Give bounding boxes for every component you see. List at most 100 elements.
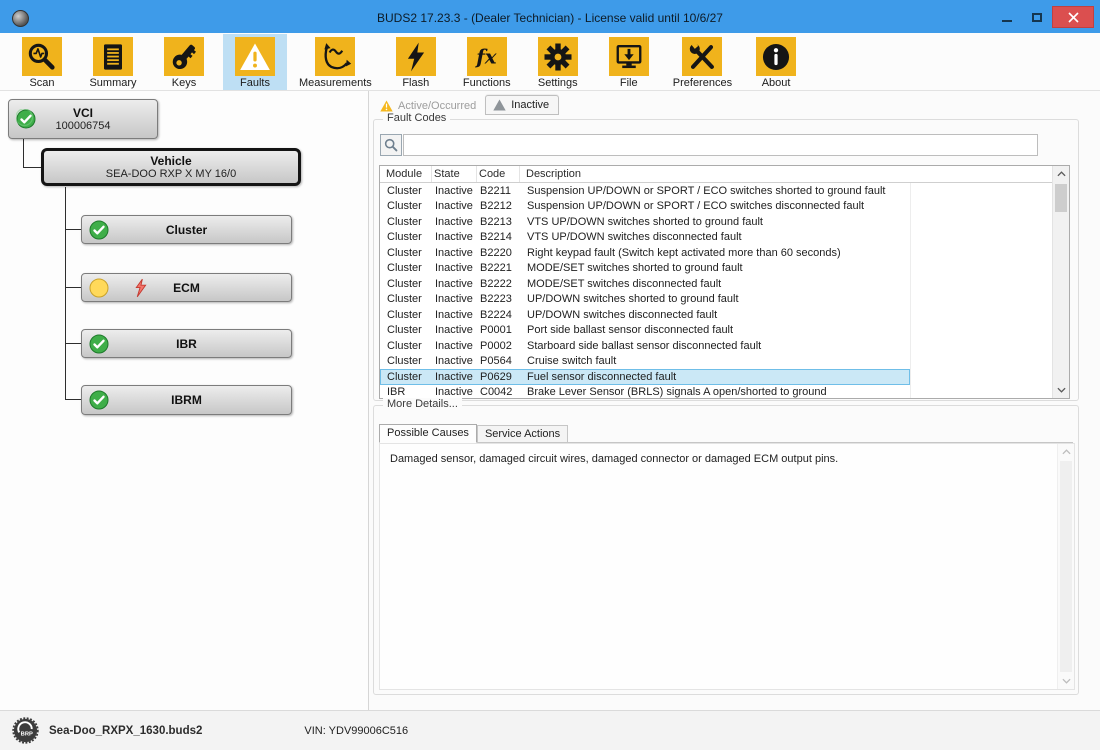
table-row[interactable]: Cluster Inactive P0002 Starboard side ba… (380, 338, 1052, 354)
scroll-down-icon[interactable] (1053, 382, 1069, 398)
tab-inactive[interactable]: Inactive (485, 95, 559, 115)
status-bar: BRP Sea-Doo_RXPX_1630.buds2 VIN: YDV9900… (0, 710, 1100, 750)
toolbar-button-flash[interactable]: Flash (384, 34, 448, 90)
toolbar-button-keys[interactable]: Keys (152, 34, 216, 90)
fault-table-header[interactable]: Module State Code Description (380, 166, 1052, 183)
scroll-thumb[interactable] (1055, 184, 1067, 212)
tab-service-actions[interactable]: Service Actions (477, 425, 568, 442)
toolbar-button-functions[interactable]: fx Functions (455, 34, 519, 90)
faults-panel: Active/Occurred Inactive Fault Codes (369, 91, 1100, 710)
search-button[interactable] (380, 134, 402, 156)
about-icon (756, 37, 796, 76)
maximize-button[interactable] (1022, 6, 1052, 28)
details-content: Damaged sensor, damaged circuit wires, d… (379, 443, 1075, 690)
minimize-button[interactable] (992, 6, 1022, 28)
toolbar-button-measurements[interactable]: Measurements (294, 34, 377, 90)
status-ok-icon (89, 334, 109, 354)
settings-icon (538, 37, 578, 76)
table-row[interactable]: Cluster Inactive B2220 Right keypad faul… (380, 245, 1052, 261)
status-warning-icon (89, 278, 109, 298)
toolbar-button-file[interactable]: File (597, 34, 661, 90)
tree-node-ibr[interactable]: IBR (81, 329, 292, 358)
tree-connector (65, 343, 81, 344)
tree-connector (65, 399, 81, 400)
warning-triangle-icon (380, 100, 393, 112)
vin-label: VIN: YDV99006C516 (304, 725, 408, 737)
table-row[interactable]: Cluster Inactive B2212 Suspension UP/DOW… (380, 199, 1052, 215)
scan-icon (22, 37, 62, 76)
fault-bolt-icon (134, 278, 147, 298)
status-ok-icon (16, 109, 36, 129)
keys-icon (164, 37, 204, 76)
fault-table-scrollbar[interactable] (1052, 166, 1069, 398)
functions-icon: fx (467, 37, 507, 76)
status-ok-icon (89, 220, 109, 240)
summary-icon (93, 37, 133, 76)
toolbar-button-summary[interactable]: Summary (81, 34, 145, 90)
fault-table-viewport: Module State Code Description Cluster (380, 166, 1052, 398)
scroll-up-icon[interactable] (1058, 444, 1074, 460)
app-window: BUDS2 17.23.3 - (Dealer Technician) - Li… (0, 0, 1100, 750)
toolbar-button-preferences[interactable]: Preferences (668, 34, 737, 90)
faults-icon (235, 37, 275, 76)
title-bar: BUDS2 17.23.3 - (Dealer Technician) - Li… (0, 0, 1100, 33)
measurements-icon (315, 37, 355, 76)
tree-node-vehicle[interactable]: Vehicle SEA-DOO RXP X MY 16/0 (41, 148, 301, 186)
more-details-group: More Details... Possible Causes Service … (373, 405, 1079, 695)
preferences-icon (682, 37, 722, 76)
fault-table-body: Cluster Inactive B2211 Suspension UP/DOW… (380, 183, 1052, 398)
toolbar-button-scan[interactable]: Scan (10, 34, 74, 90)
scroll-up-icon[interactable] (1053, 166, 1069, 182)
tree-connector (23, 167, 41, 168)
tree-node-ibrm[interactable]: IBRM (81, 385, 292, 415)
more-details-group-title: More Details... (383, 398, 462, 410)
toolbar-button-about[interactable]: About (744, 34, 808, 90)
details-tabs: Possible Causes Service Actions (379, 424, 1073, 443)
table-row[interactable]: Cluster Inactive P0564 Cruise switch fau… (380, 354, 1052, 370)
table-row[interactable]: Cluster Inactive P0629 Fuel sensor disco… (380, 369, 1052, 385)
fault-search-input[interactable] (403, 134, 1038, 156)
fault-search-row (380, 134, 1038, 156)
main-area: VCI 100006754 Vehicle SEA-DOO RXP X MY 1… (0, 91, 1100, 710)
search-icon (384, 138, 398, 152)
tree-node-ecm[interactable]: ECM (81, 273, 292, 302)
tree-node-vci[interactable]: VCI 100006754 (8, 99, 158, 139)
toolbar-button-settings[interactable]: Settings (526, 34, 590, 90)
details-scrollbar[interactable] (1057, 444, 1074, 689)
table-row[interactable]: Cluster Inactive B2221 MODE/SET switches… (380, 261, 1052, 277)
table-row[interactable]: Cluster Inactive B2214 VTS UP/DOWN switc… (380, 230, 1052, 246)
table-row[interactable]: IBR Inactive C0042 Brake Lever Sensor (B… (380, 385, 1052, 399)
file-icon (609, 37, 649, 76)
table-row[interactable]: Cluster Inactive P0001 Port side ballast… (380, 323, 1052, 339)
table-row[interactable]: Cluster Inactive B2211 Suspension UP/DOW… (380, 183, 1052, 199)
table-row[interactable]: Cluster Inactive B2224 UP/DOWN switches … (380, 307, 1052, 323)
close-icon (1068, 12, 1079, 23)
app-logo-icon (12, 10, 29, 27)
tree-node-cluster[interactable]: Cluster (81, 215, 292, 244)
fault-table: Module State Code Description Cluster (379, 165, 1070, 399)
close-button[interactable] (1052, 6, 1094, 28)
fault-codes-group-title: Fault Codes (383, 112, 450, 124)
window-controls (992, 6, 1094, 28)
table-row[interactable]: Cluster Inactive B2213 VTS UP/DOWN switc… (380, 214, 1052, 230)
brp-logo-icon: BRP (12, 717, 39, 744)
tree-connector (23, 139, 24, 168)
table-row[interactable]: Cluster Inactive B2223 UP/DOWN switches … (380, 292, 1052, 308)
vehicle-tree-panel: VCI 100006754 Vehicle SEA-DOO RXP X MY 1… (0, 91, 369, 710)
table-row[interactable]: Cluster Inactive B2222 MODE/SET switches… (380, 276, 1052, 292)
tab-possible-causes[interactable]: Possible Causes (379, 424, 477, 443)
scroll-down-icon[interactable] (1058, 673, 1074, 689)
toolbar: Scan Summary Keys Faults Measurements (0, 33, 1100, 91)
svg-text:fx: fx (474, 44, 497, 68)
tree-connector (65, 229, 81, 230)
window-title: BUDS2 17.23.3 - (Dealer Technician) - Li… (0, 9, 1100, 25)
tree-connector (65, 187, 66, 400)
fault-codes-group: Fault Codes Module State Code Descriptio… (373, 119, 1079, 401)
inactive-triangle-icon (493, 99, 506, 111)
possible-causes-text: Damaged sensor, damaged circuit wires, d… (380, 444, 1074, 474)
session-file-name: Sea-Doo_RXPX_1630.buds2 (49, 725, 202, 737)
scroll-thumb[interactable] (1060, 461, 1072, 672)
flash-icon (396, 37, 436, 76)
toolbar-button-faults[interactable]: Faults (223, 34, 287, 90)
svg-text:BRP: BRP (21, 731, 33, 737)
